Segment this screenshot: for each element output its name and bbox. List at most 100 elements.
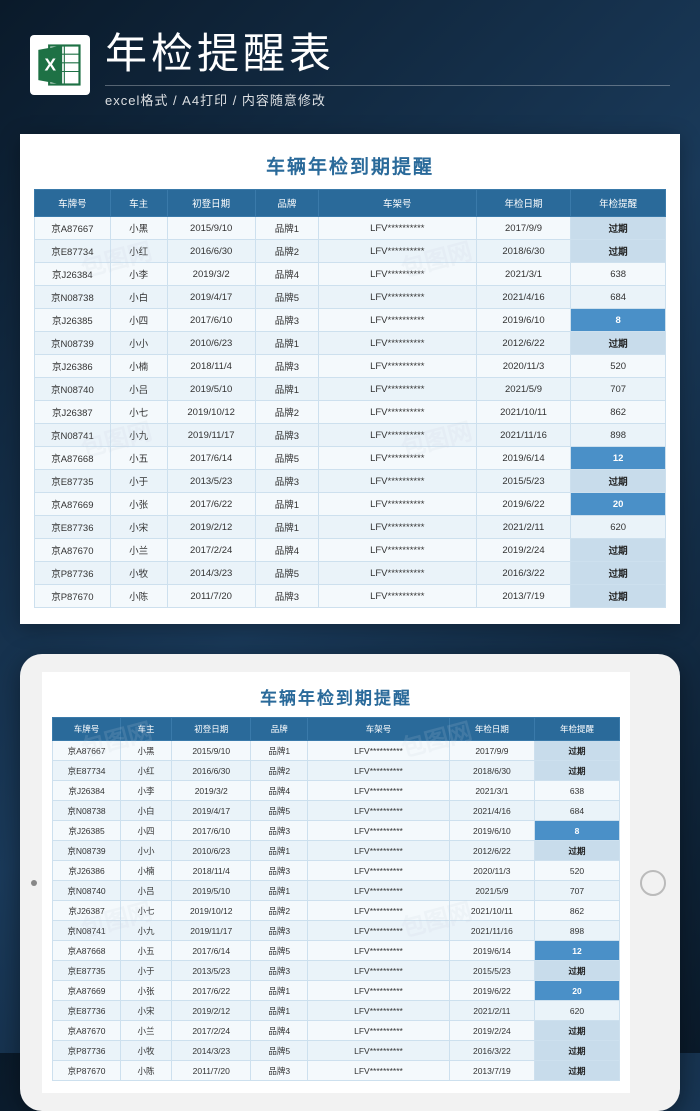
table-cell: 2017/6/14 bbox=[172, 941, 251, 961]
table-cell: 小于 bbox=[121, 961, 172, 981]
column-header: 车架号 bbox=[318, 190, 476, 217]
table-cell: 小小 bbox=[121, 841, 172, 861]
table-cell: 过期 bbox=[534, 1021, 619, 1041]
column-header: 车主 bbox=[110, 190, 167, 217]
table-cell: 20 bbox=[534, 981, 619, 1001]
table-cell: 小吕 bbox=[110, 378, 167, 401]
column-header: 品牌 bbox=[255, 190, 318, 217]
table-cell: 2021/11/16 bbox=[476, 424, 571, 447]
table-cell: 2019/6/10 bbox=[449, 821, 534, 841]
table-cell: 2019/4/17 bbox=[167, 286, 255, 309]
table-cell: 2017/6/10 bbox=[167, 309, 255, 332]
table-cell: 小张 bbox=[121, 981, 172, 1001]
table-cell: 2017/2/24 bbox=[167, 539, 255, 562]
table-cell: 2016/3/22 bbox=[476, 562, 571, 585]
table-cell: 2013/5/23 bbox=[172, 961, 251, 981]
table-cell: 2017/6/22 bbox=[172, 981, 251, 1001]
table-cell: 2019/6/10 bbox=[476, 309, 571, 332]
table-cell: 小吕 bbox=[121, 881, 172, 901]
table-cell: 品牌3 bbox=[255, 585, 318, 608]
table-row: 京N08740小吕2019/5/10品牌1LFV**********2021/5… bbox=[53, 881, 620, 901]
table-cell: LFV********** bbox=[318, 539, 476, 562]
table-cell: 2019/2/24 bbox=[449, 1021, 534, 1041]
table-cell: 2018/11/4 bbox=[167, 355, 255, 378]
table-cell: 品牌2 bbox=[255, 401, 318, 424]
table-cell: 过期 bbox=[534, 1041, 619, 1061]
table-cell: 过期 bbox=[534, 761, 619, 781]
table-row: 京E87736小宋2019/2/12品牌1LFV**********2021/2… bbox=[35, 516, 666, 539]
table-row: 京J26385小四2017/6/10品牌3LFV**********2019/6… bbox=[53, 821, 620, 841]
table-cell: LFV********** bbox=[308, 761, 450, 781]
tablet-home-button[interactable] bbox=[640, 870, 666, 896]
table-cell: 品牌3 bbox=[251, 1061, 308, 1081]
table-cell: 品牌5 bbox=[255, 562, 318, 585]
table-row: 京E87735小于2013/5/23品牌3LFV**********2015/5… bbox=[35, 470, 666, 493]
table-cell: 京A87668 bbox=[35, 447, 111, 470]
table-cell: LFV********** bbox=[318, 378, 476, 401]
table-cell: 小五 bbox=[121, 941, 172, 961]
table-cell: 京E87736 bbox=[53, 1001, 121, 1021]
table-cell: 2019/3/2 bbox=[167, 263, 255, 286]
table-row: 京E87735小于2013/5/23品牌3LFV**********2015/5… bbox=[53, 961, 620, 981]
table-cell: 684 bbox=[534, 801, 619, 821]
table-cell: 620 bbox=[571, 516, 666, 539]
sheet-preview-card: 车辆年检到期提醒 车牌号车主初登日期品牌车架号年检日期年检提醒 京A87667小… bbox=[20, 134, 680, 624]
table-cell: 2019/6/22 bbox=[449, 981, 534, 1001]
table-cell: 京E87734 bbox=[35, 240, 111, 263]
table-cell: 2015/9/10 bbox=[167, 217, 255, 240]
table-cell: LFV********** bbox=[318, 562, 476, 585]
table-cell: LFV********** bbox=[318, 332, 476, 355]
table-cell: LFV********** bbox=[308, 861, 450, 881]
table-cell: 小李 bbox=[121, 781, 172, 801]
table-cell: LFV********** bbox=[318, 286, 476, 309]
table-cell: LFV********** bbox=[318, 424, 476, 447]
table-cell: 过期 bbox=[534, 841, 619, 861]
table-row: 京A87669小张2017/6/22品牌1LFV**********2019/6… bbox=[35, 493, 666, 516]
column-header: 年检日期 bbox=[476, 190, 571, 217]
table-cell: 2021/4/16 bbox=[476, 286, 571, 309]
table-cell: 2019/4/17 bbox=[172, 801, 251, 821]
table-cell: 2017/2/24 bbox=[172, 1021, 251, 1041]
table-cell: 小黑 bbox=[121, 741, 172, 761]
table-cell: 过期 bbox=[534, 961, 619, 981]
table-cell: 品牌3 bbox=[255, 309, 318, 332]
table-cell: 898 bbox=[571, 424, 666, 447]
table-cell: 520 bbox=[571, 355, 666, 378]
table-cell: 2019/3/2 bbox=[172, 781, 251, 801]
table-cell: 小张 bbox=[110, 493, 167, 516]
table-row: 京N08739小小2010/6/23品牌1LFV**********2012/6… bbox=[35, 332, 666, 355]
table-cell: 8 bbox=[534, 821, 619, 841]
column-header: 年检提醒 bbox=[534, 718, 619, 741]
table-cell: 2016/6/30 bbox=[167, 240, 255, 263]
table-cell: LFV********** bbox=[308, 1061, 450, 1081]
table-cell: 品牌5 bbox=[251, 941, 308, 961]
table-cell: 638 bbox=[571, 263, 666, 286]
table-cell: 2016/3/22 bbox=[449, 1041, 534, 1061]
table-cell: LFV********** bbox=[308, 961, 450, 981]
table-cell: 京A87670 bbox=[35, 539, 111, 562]
table-cell: 品牌2 bbox=[255, 240, 318, 263]
table-row: 京A87668小五2017/6/14品牌5LFV**********2019/6… bbox=[35, 447, 666, 470]
table-cell: 过期 bbox=[571, 217, 666, 240]
table-cell: 862 bbox=[534, 901, 619, 921]
table-row: 京A87667小黑2015/9/10品牌1LFV**********2017/9… bbox=[35, 217, 666, 240]
table-cell: 2012/6/22 bbox=[449, 841, 534, 861]
table-cell: 京N08739 bbox=[53, 841, 121, 861]
table-row: 京J26384小李2019/3/2品牌4LFV**********2021/3/… bbox=[35, 263, 666, 286]
table-cell: 品牌4 bbox=[251, 781, 308, 801]
table-cell: 品牌1 bbox=[255, 378, 318, 401]
table-cell: 京N08741 bbox=[35, 424, 111, 447]
table-cell: 2014/3/23 bbox=[172, 1041, 251, 1061]
table-cell: 京E87734 bbox=[53, 761, 121, 781]
table-cell: 小五 bbox=[110, 447, 167, 470]
column-header: 车牌号 bbox=[53, 718, 121, 741]
table-row: 京P87670小陈2011/7/20品牌3LFV**********2013/7… bbox=[35, 585, 666, 608]
table-cell: 小牧 bbox=[121, 1041, 172, 1061]
table-row: 京P87736小牧2014/3/23品牌5LFV**********2016/3… bbox=[53, 1041, 620, 1061]
table-cell: 2013/7/19 bbox=[449, 1061, 534, 1081]
table-cell: 过期 bbox=[571, 240, 666, 263]
page-subtitle: excel格式 / A4打印 / 内容随意修改 bbox=[105, 90, 670, 109]
table-cell: LFV********** bbox=[318, 217, 476, 240]
table-row: 京N08739小小2010/6/23品牌1LFV**********2012/6… bbox=[53, 841, 620, 861]
table-cell: 品牌5 bbox=[255, 447, 318, 470]
